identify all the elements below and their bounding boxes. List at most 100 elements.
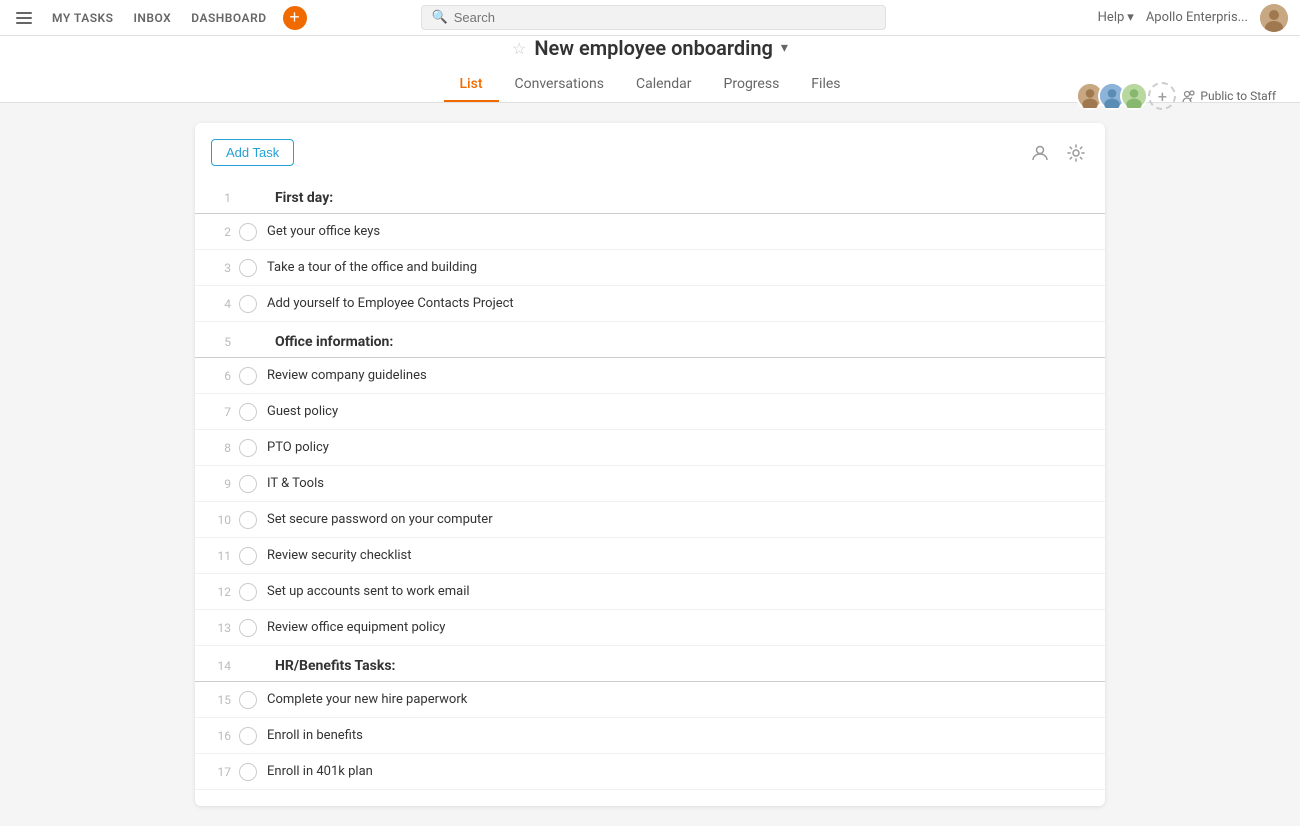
row-number: 14 [211,659,239,673]
nav-dashboard[interactable]: DASHBOARD [191,11,266,25]
task-checkbox[interactable] [239,439,257,457]
row-number: 5 [211,335,239,349]
tab-files[interactable]: Files [795,68,856,102]
task-name[interactable]: Review office equipment policy [267,620,445,635]
nav-links: MY TASKS INBOX DASHBOARD [52,11,267,25]
task-checkbox[interactable] [239,367,257,385]
avatar[interactable] [1260,4,1288,32]
row-number: 4 [211,297,239,311]
top-nav: MY TASKS INBOX DASHBOARD + 🔍 Help ▾ Apol… [0,0,1300,36]
task-name[interactable]: PTO policy [267,440,329,455]
nav-my-tasks[interactable]: MY TASKS [52,11,113,25]
task-checkbox[interactable] [239,691,257,709]
project-header: ☆ New employee onboarding ▾ List Convers… [0,36,1300,103]
tab-calendar[interactable]: Calendar [620,68,708,102]
task-checkbox[interactable] [239,727,257,745]
table-row: 7 Guest policy [195,394,1105,430]
member-avatar-3 [1120,82,1148,110]
row-number: 9 [211,477,239,491]
member-bar: + Public to Staff [1076,82,1276,110]
section-title: HR/Benefits Tasks: [275,658,395,674]
task-name[interactable]: Take a tour of the office and building [267,260,477,275]
task-checkbox[interactable] [239,763,257,781]
table-row: 9 IT & Tools [195,466,1105,502]
chevron-down-icon: ▾ [1127,10,1134,25]
task-checkbox[interactable] [239,619,257,637]
main-content: Add Task 1 First [0,103,1300,826]
add-member-button[interactable]: + [1148,82,1176,110]
company-name[interactable]: Apollo Enterpris... [1146,10,1248,25]
section-row: 14 HR/Benefits Tasks: [195,646,1105,682]
table-row: 10 Set secure password on your computer [195,502,1105,538]
task-checkbox[interactable] [239,223,257,241]
person-icon [1031,144,1049,162]
task-checkbox[interactable] [239,475,257,493]
star-icon[interactable]: ☆ [512,39,526,58]
task-checkbox[interactable] [239,583,257,601]
project-dropdown-icon[interactable]: ▾ [781,40,788,56]
row-number: 3 [211,261,239,275]
task-name[interactable]: Enroll in benefits [267,728,363,743]
row-number: 12 [211,585,239,599]
task-checkbox[interactable] [239,295,257,313]
tab-conversations[interactable]: Conversations [499,68,620,102]
task-name[interactable]: Enroll in 401k plan [267,764,373,779]
project-title-row: ☆ New employee onboarding ▾ [0,36,1300,60]
table-row: 17 Enroll in 401k plan [195,754,1105,790]
table-row: 15 Complete your new hire paperwork [195,682,1105,718]
people-icon [1182,89,1196,103]
table-row: 11 Review security checklist [195,538,1105,574]
hamburger-menu[interactable] [12,8,36,28]
row-number: 15 [211,693,239,707]
table-row: 12 Set up accounts sent to work email [195,574,1105,610]
row-number: 1 [211,191,239,205]
task-name[interactable]: Guest policy [267,404,338,419]
section-row: 1 First day: [195,178,1105,214]
nav-inbox[interactable]: INBOX [133,11,171,25]
section-row: 5 Office information: [195,322,1105,358]
assign-member-button[interactable] [1027,140,1053,166]
row-number: 11 [211,549,239,563]
task-checkbox[interactable] [239,403,257,421]
row-number: 2 [211,225,239,239]
task-checkbox[interactable] [239,511,257,529]
table-row: 4 Add yourself to Employee Contacts Proj… [195,286,1105,322]
task-checkbox[interactable] [239,259,257,277]
help-button[interactable]: Help ▾ [1098,10,1134,25]
nav-right: Help ▾ Apollo Enterpris... [1098,4,1288,32]
task-name[interactable]: Complete your new hire paperwork [267,692,467,707]
member-avatars: + [1076,82,1176,110]
row-number: 16 [211,729,239,743]
toolbar-right [1027,140,1089,166]
settings-button[interactable] [1063,140,1089,166]
section-title: First day: [275,190,333,206]
row-number: 6 [211,369,239,383]
task-name[interactable]: Set up accounts sent to work email [267,584,470,599]
privacy-label: Public to Staff [1200,89,1276,103]
row-number: 10 [211,513,239,527]
row-number: 8 [211,441,239,455]
gear-icon [1067,144,1085,162]
table-row: 3 Take a tour of the office and building [195,250,1105,286]
task-name[interactable]: Review company guidelines [267,368,427,383]
table-row: 8 PTO policy [195,430,1105,466]
tab-list[interactable]: List [444,68,499,102]
tab-progress[interactable]: Progress [708,68,796,102]
search-input[interactable] [454,10,875,25]
table-row: 6 Review company guidelines [195,358,1105,394]
add-task-button[interactable]: Add Task [211,139,294,166]
project-title: New employee onboarding [534,36,773,60]
add-project-button[interactable]: + [283,6,307,30]
task-name[interactable]: IT & Tools [267,476,324,491]
task-checkbox[interactable] [239,547,257,565]
task-name[interactable]: Set secure password on your computer [267,512,493,527]
privacy-badge: Public to Staff [1182,89,1276,103]
task-list: 1 First day: 2 Get your office keys 3 Ta… [195,178,1105,790]
row-number: 13 [211,621,239,635]
table-row: 2 Get your office keys [195,214,1105,250]
task-name[interactable]: Add yourself to Employee Contacts Projec… [267,296,514,311]
task-name[interactable]: Get your office keys [267,224,380,239]
row-number: 17 [211,765,239,779]
row-number: 7 [211,405,239,419]
task-name[interactable]: Review security checklist [267,548,411,563]
